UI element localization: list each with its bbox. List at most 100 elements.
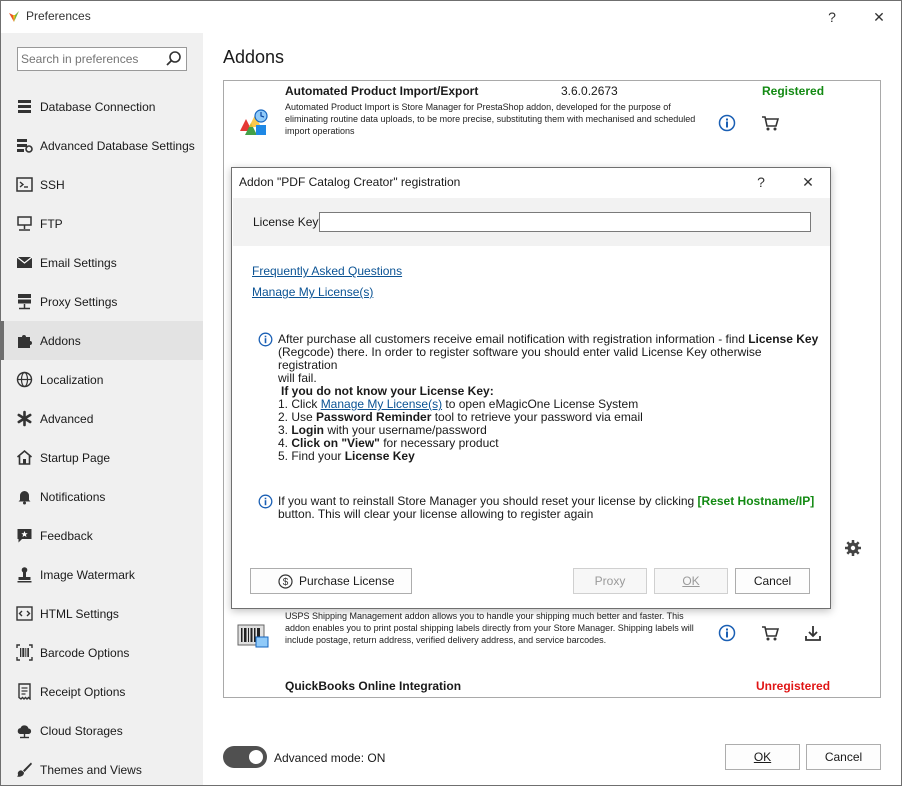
sidebar-item-label: Image Watermark — [40, 568, 135, 582]
search-input[interactable] — [21, 51, 161, 67]
sidebar-item-label: Proxy Settings — [40, 295, 118, 309]
sidebar: Database Connection Advanced Database Set… — [1, 33, 203, 785]
dialog-ok-button[interactable]: OK — [654, 568, 728, 594]
addon-name: QuickBooks Online Integration — [285, 679, 462, 693]
sidebar-item-html-settings[interactable]: HTML Settings — [1, 594, 203, 633]
envelope-icon — [16, 256, 33, 268]
sidebar-item-label: Advanced — [40, 412, 94, 426]
manage-license-link[interactable]: Manage My License(s) — [252, 285, 373, 299]
sidebar-item-proxy-settings[interactable]: Proxy Settings — [1, 282, 203, 321]
database-icon — [18, 100, 31, 113]
info-text-part: will fail. — [278, 371, 317, 385]
addon-description: Automated Product Import is Store Manage… — [285, 102, 696, 136]
dialog-title: Addon "PDF Catalog Creator" registration — [239, 175, 461, 189]
step-text: 4. — [278, 436, 292, 450]
code-icon — [16, 606, 33, 621]
title-bar: Preferences ? ✕ — [1, 1, 901, 33]
sidebar-item-label: Feedback — [40, 529, 93, 543]
search-icon[interactable] — [164, 50, 184, 68]
help-button[interactable]: ? — [821, 7, 843, 27]
sidebar-item-ssh[interactable]: SSH — [1, 165, 203, 204]
license-key-input[interactable] — [319, 212, 811, 232]
cloud-icon — [17, 725, 32, 739]
dialog-cancel-button[interactable]: Cancel — [735, 568, 810, 594]
dialog-close-button[interactable]: ✕ — [797, 172, 819, 192]
brush-icon — [17, 762, 32, 777]
sidebar-item-themes-and-views[interactable]: Themes and Views — [1, 750, 203, 786]
ok-button[interactable]: OK — [725, 744, 800, 770]
dollar-icon: $ — [278, 574, 293, 589]
sidebar-item-image-watermark[interactable]: Image Watermark — [1, 555, 203, 594]
sidebar-item-label: Notifications — [40, 490, 106, 504]
download-icon[interactable] — [804, 624, 822, 642]
bell-icon — [18, 491, 31, 505]
addon-version: 3.6.0.2673 — [561, 84, 618, 98]
close-button[interactable]: ✕ — [868, 7, 890, 27]
sidebar-item-label: Localization — [40, 373, 104, 387]
sidebar-item-advanced-database-settings[interactable]: Advanced Database Settings — [1, 126, 203, 165]
reinstall-info-text: If you want to reinstall Store Manager y… — [278, 495, 823, 521]
sidebar-item-barcode-options[interactable]: Barcode Options — [1, 633, 203, 672]
addon-status-unregistered: Unregistered — [756, 679, 831, 693]
license-key-label: License Key* — [253, 215, 324, 229]
sidebar-item-notifications[interactable]: Notifications — [1, 477, 203, 516]
sidebar-item-ftp[interactable]: FTP — [1, 204, 203, 243]
puzzle-icon — [18, 335, 32, 348]
addon-name: Automated Product Import/Export — [285, 84, 479, 98]
steps-list: 1. Click Manage My License(s) to open eM… — [278, 398, 823, 463]
info-icon[interactable] — [718, 624, 736, 642]
sidebar-item-label: Database Connection — [40, 100, 156, 114]
sidebar-item-addons[interactable]: Addons — [1, 321, 203, 360]
cart-icon[interactable] — [761, 114, 779, 132]
sidebar-item-feedback[interactable]: Feedback — [1, 516, 203, 555]
sidebar-item-label: Cloud Storages — [40, 724, 123, 738]
info-text-part: If you want to reinstall Store Manager y… — [278, 494, 698, 508]
info-text-part: After purchase all customers receive ema… — [278, 332, 749, 346]
search-box[interactable] — [17, 47, 187, 71]
app-logo-icon — [9, 11, 19, 22]
cart-icon[interactable] — [761, 624, 779, 642]
toggle-knob — [249, 750, 263, 764]
step-text: 2. Use — [278, 410, 317, 424]
sidebar-item-database-connection[interactable]: Database Connection — [1, 87, 203, 126]
sidebar-item-label: Advanced Database Settings — [40, 139, 195, 153]
sidebar-item-cloud-storages[interactable]: Cloud Storages — [1, 711, 203, 750]
sidebar-item-label: Addons — [40, 334, 81, 348]
info-text-bold: License Key — [748, 332, 819, 346]
info-icon — [258, 332, 273, 347]
reset-hostname-link[interactable]: [Reset Hostname/IP] — [698, 494, 815, 508]
faq-link[interactable]: Frequently Asked Questions — [252, 264, 402, 278]
step-text: for necessary product — [379, 436, 499, 450]
step-text: tool to retrieve your password via email — [431, 410, 643, 424]
asterisk-icon — [17, 410, 32, 427]
purchase-license-label: Purchase License — [299, 574, 395, 588]
sidebar-item-label: Receipt Options — [40, 685, 126, 699]
sidebar-item-label: FTP — [40, 217, 63, 231]
sidebar-item-startup-page[interactable]: Startup Page — [1, 438, 203, 477]
settings-gear-icon[interactable] — [844, 539, 862, 557]
step-text: to open eMagicOne License System — [442, 397, 639, 411]
sidebar-item-advanced[interactable]: Advanced — [1, 399, 203, 438]
dialog-help-button[interactable]: ? — [750, 172, 772, 192]
step-text: 1. Click — [278, 397, 321, 411]
import-export-addon-icon — [240, 109, 268, 135]
step-text: 3. — [278, 423, 292, 437]
sidebar-item-localization[interactable]: Localization — [1, 360, 203, 399]
home-icon — [16, 449, 33, 465]
sidebar-item-receipt-options[interactable]: Receipt Options — [1, 672, 203, 711]
proxy-button[interactable]: Proxy — [573, 568, 647, 594]
step-text-bold: Login — [291, 423, 324, 437]
cancel-button[interactable]: Cancel — [806, 744, 881, 770]
terminal-icon — [16, 177, 33, 192]
info-icon[interactable] — [718, 114, 736, 132]
sidebar-item-label: Startup Page — [40, 451, 111, 465]
purchase-license-button[interactable]: $ Purchase License — [250, 568, 412, 594]
sidebar-item-label: SSH — [40, 178, 65, 192]
step-text: 5. Find your — [278, 449, 345, 463]
advanced-mode-toggle[interactable] — [223, 746, 267, 768]
dialog-ok-label: OK — [682, 574, 700, 588]
stamp-icon — [17, 567, 32, 583]
advanced-mode-label: Advanced mode: ON — [274, 751, 386, 765]
manage-license-inline-link[interactable]: Manage My License(s) — [321, 397, 442, 411]
sidebar-item-email-settings[interactable]: Email Settings — [1, 243, 203, 282]
